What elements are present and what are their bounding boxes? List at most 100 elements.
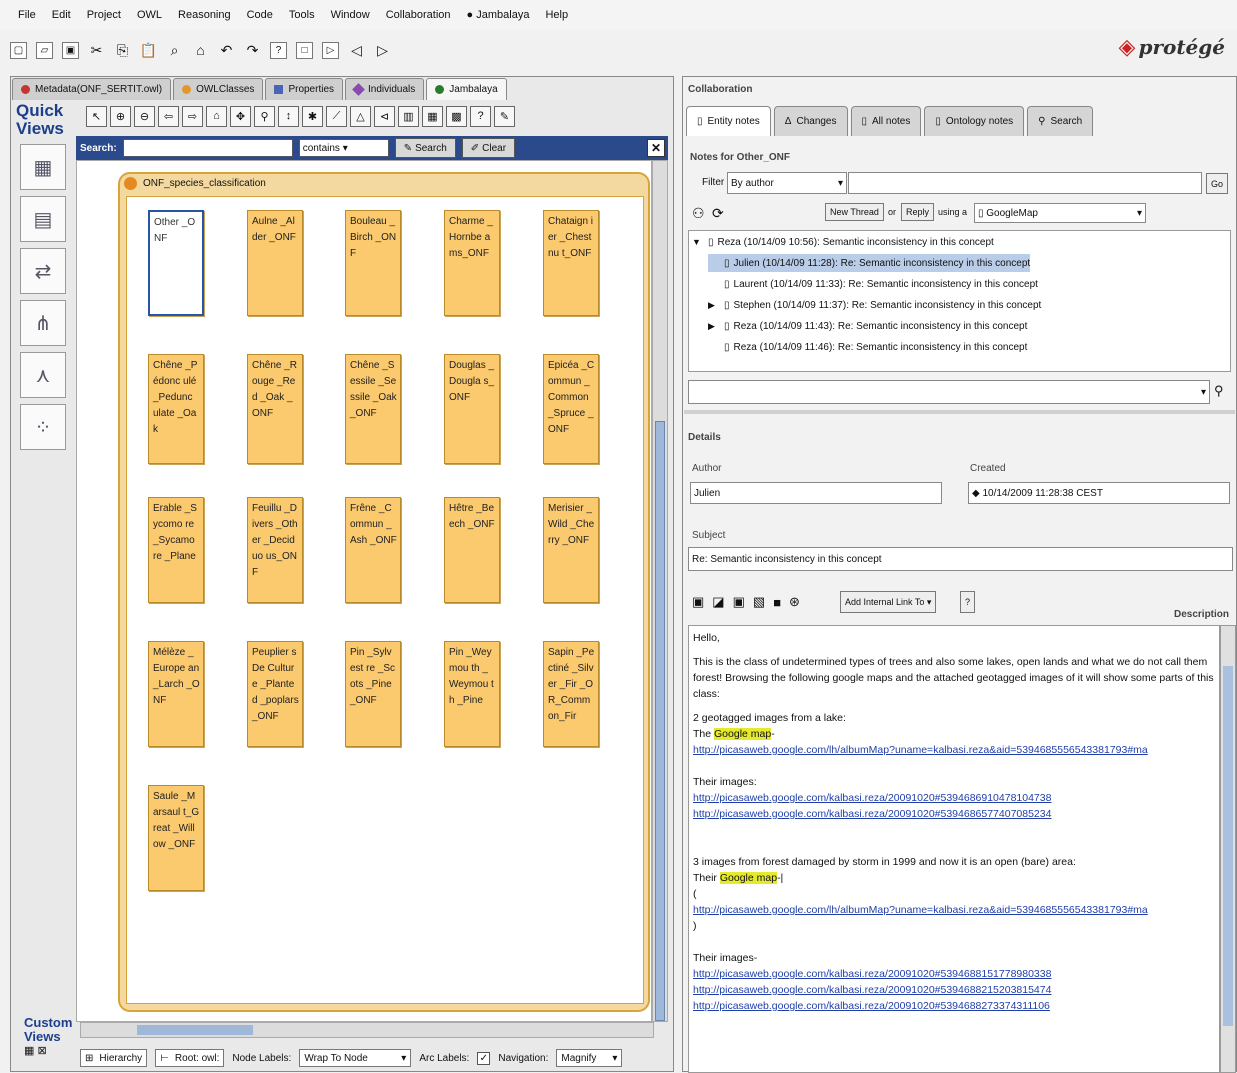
back-icon[interactable]: ◁ xyxy=(348,42,365,59)
menu-reasoning[interactable]: Reasoning xyxy=(170,9,239,21)
menu-collaboration[interactable]: Collaboration xyxy=(378,9,459,21)
radial-layout-icon[interactable]: ⁘ xyxy=(20,404,66,450)
thread-item[interactable]: ▯ Laurent (10/14/09 11:33): Re: Semantic … xyxy=(708,275,1038,293)
class-node[interactable]: Aulne _Alder _ONF xyxy=(247,210,303,316)
menu-project[interactable]: Project xyxy=(79,9,129,21)
menu-window[interactable]: Window xyxy=(323,9,378,21)
hierarchy-select[interactable]: ⊞ Hierarchy xyxy=(80,1049,148,1067)
class-node[interactable]: Bouleau _Birch _ONF xyxy=(345,210,401,316)
class-node[interactable]: Chataign ier _Chestnu t_ONF xyxy=(543,210,599,316)
tab-search[interactable]: ⚲ Search xyxy=(1027,106,1094,136)
class-node[interactable]: Douglas _Dougla s_ONF xyxy=(444,354,500,464)
tab-changes[interactable]: Δ Changes xyxy=(773,106,848,136)
paste-icon[interactable]: 📋 xyxy=(140,42,157,59)
subject-field[interactable]: Re: Semantic inconsistency in this conce… xyxy=(688,547,1233,571)
tab-entity-notes[interactable]: ▯ Entity notes xyxy=(686,106,771,136)
tab-metadata[interactable]: Metadata(ONF_SERTIT.owl) xyxy=(12,78,172,100)
class-node[interactable]: Sapin _Pectiné _Silver _Fir _OR_Comm on_… xyxy=(543,641,599,747)
menu-jambalaya[interactable]: ● Jambalaya xyxy=(459,9,538,21)
frame-icon[interactable]: □ xyxy=(296,41,313,59)
pointer-icon[interactable]: ↖ xyxy=(86,105,107,127)
help-icon[interactable]: ? xyxy=(470,105,491,127)
link-icon[interactable]: ⊛ xyxy=(789,594,800,610)
class-node[interactable]: Pin _Sylvest re _Scots _Pine _ONF xyxy=(345,641,401,747)
asterisk-icon[interactable]: ✱ xyxy=(302,105,323,127)
search-mode-select[interactable]: contains ▾ xyxy=(298,139,389,157)
tab-properties[interactable]: Properties xyxy=(265,78,344,100)
focus-icon[interactable]: ✥ xyxy=(230,105,251,127)
image-link[interactable]: http://picasaweb.google.com/kalbasi.reza… xyxy=(693,966,1215,982)
root-select[interactable]: ⊢ Root: owl: xyxy=(155,1049,225,1067)
menu-help[interactable]: Help xyxy=(537,9,576,21)
tab-all-notes[interactable]: ▯ All notes xyxy=(850,106,922,136)
arc-icon[interactable]: ⊲ xyxy=(374,105,395,127)
navigation-select[interactable]: Magnify ▾ xyxy=(556,1049,623,1067)
new-project-icon[interactable]: ▢ xyxy=(10,41,27,59)
arc-labels-checkbox[interactable]: ✓ xyxy=(477,1051,491,1065)
filter-select[interactable]: By author ▾ xyxy=(727,172,847,194)
filter-input[interactable] xyxy=(848,172,1202,194)
class-node[interactable]: Charme _Hornbe ams_ONF xyxy=(444,210,500,316)
class-node[interactable]: Feuillu _Divers _Other _Deciduo us_ONF xyxy=(247,497,303,603)
vertical-layout-icon[interactable]: ▥ xyxy=(398,105,419,127)
lake-map-link[interactable]: http://picasaweb.google.com/lh/albumMap?… xyxy=(693,742,1215,758)
thread-item[interactable]: ▼ ▯ Reza (10/14/09 10:56): Semantic incons… xyxy=(692,233,994,251)
forward-icon[interactable]: ▷ xyxy=(374,42,391,59)
zoom-out-icon[interactable]: ⊖ xyxy=(134,105,155,127)
search-input[interactable] xyxy=(122,139,293,157)
close-icon[interactable]: ✕ xyxy=(647,139,665,157)
image-link[interactable]: http://picasaweb.google.com/kalbasi.reza… xyxy=(693,998,1215,1014)
user-icon[interactable]: ⚇ xyxy=(692,205,705,222)
tab-ontology-notes[interactable]: ▯ Ontology notes xyxy=(924,106,1025,136)
class-node[interactable]: Chêne _Sessile _Sessile _Oak_ONF xyxy=(345,354,401,464)
color-icon[interactable]: ■ xyxy=(773,595,781,610)
forest-map-link[interactable]: http://picasaweb.google.com/lh/albumMap?… xyxy=(693,902,1215,918)
class-node[interactable]: Chêne _Pédonc ulé _Pedunc ulate _Oak xyxy=(148,354,204,464)
image-link[interactable]: http://picasaweb.google.com/kalbasi.reza… xyxy=(693,806,1215,822)
binoculars-icon[interactable]: ⚲ xyxy=(254,105,275,127)
note-type-select[interactable]: ▯ GoogleMap ▾ xyxy=(974,203,1146,223)
binoculars-icon[interactable]: ⚲ xyxy=(1214,383,1224,399)
collapsed-arrow-icon[interactable]: ▶ xyxy=(708,300,720,311)
italic-icon[interactable]: ◪ xyxy=(712,594,724,610)
menu-owl[interactable]: OWL xyxy=(129,9,170,21)
new-thread-button[interactable]: New Thread xyxy=(825,203,884,221)
save-project-icon[interactable]: ▣ xyxy=(62,41,79,59)
tile-layout-icon[interactable]: ▦ xyxy=(422,105,443,127)
query-icon[interactable]: ? xyxy=(270,41,287,59)
class-node[interactable]: Frêne _Commun _Ash _ONF xyxy=(345,497,401,603)
export-icon[interactable]: ▷ xyxy=(322,41,339,59)
tab-individuals[interactable]: Individuals xyxy=(345,78,425,100)
grid-layout-icon[interactable]: ▩ xyxy=(446,105,467,127)
thread-item[interactable]: ▯ Julien (10/14/09 11:28): Re: Semantic i… xyxy=(708,254,1031,272)
go-button[interactable]: Go xyxy=(1206,173,1229,194)
copy-icon[interactable]: ⎘ xyxy=(114,42,131,59)
thread-item[interactable]: ▯ Reza (10/14/09 11:46): Re: Semantic inc… xyxy=(708,338,1027,356)
bold-icon[interactable]: ▣ xyxy=(692,594,704,610)
thread-combo[interactable]: ▾ xyxy=(688,380,1210,404)
class-node[interactable]: Other _ONF xyxy=(148,210,204,316)
zoom-in-icon[interactable]: ⊕ xyxy=(110,105,131,127)
add-internal-link-select[interactable]: Add Internal Link To ▾ xyxy=(840,591,937,613)
class-node[interactable]: Merisier _Wild _Cherry _ONF xyxy=(543,497,599,603)
flow-layout-icon[interactable]: ⇄ xyxy=(20,248,66,294)
sort-icon[interactable]: ↕ xyxy=(278,105,299,127)
clear-button[interactable]: ✐ Clear xyxy=(461,138,516,158)
refresh-icon[interactable]: ⟳ xyxy=(712,205,724,222)
collapsed-arrow-icon[interactable]: ▶ xyxy=(708,321,720,332)
bookmark-icon[interactable]: ⌂ xyxy=(192,42,209,59)
class-node[interactable]: Chêne _Rouge _Red _Oak _ONF xyxy=(247,354,303,464)
class-node[interactable]: Pin _Weymou th _Weymou th _Pine xyxy=(444,641,500,747)
nav-back-icon[interactable]: ⇦ xyxy=(158,105,179,127)
tree-down-icon[interactable]: ⋔ xyxy=(20,300,66,346)
reply-button[interactable]: Reply xyxy=(901,203,935,221)
tab-owlclasses[interactable]: OWLClasses xyxy=(173,78,264,100)
menu-edit[interactable]: Edit xyxy=(44,9,79,21)
description-scrollbar[interactable] xyxy=(1220,625,1236,1073)
thread-item[interactable]: ▶ ▯ Stephen (10/14/09 11:37): Re: Semantic… xyxy=(708,296,1041,314)
menu-code[interactable]: Code xyxy=(239,9,281,21)
menu-tools[interactable]: Tools xyxy=(281,9,323,21)
cut-icon[interactable]: ✂ xyxy=(88,42,105,59)
class-node[interactable]: Erable _Sycomo re _Sycamo re _Plane xyxy=(148,497,204,603)
export-image-icon[interactable]: ✎ xyxy=(494,105,515,127)
